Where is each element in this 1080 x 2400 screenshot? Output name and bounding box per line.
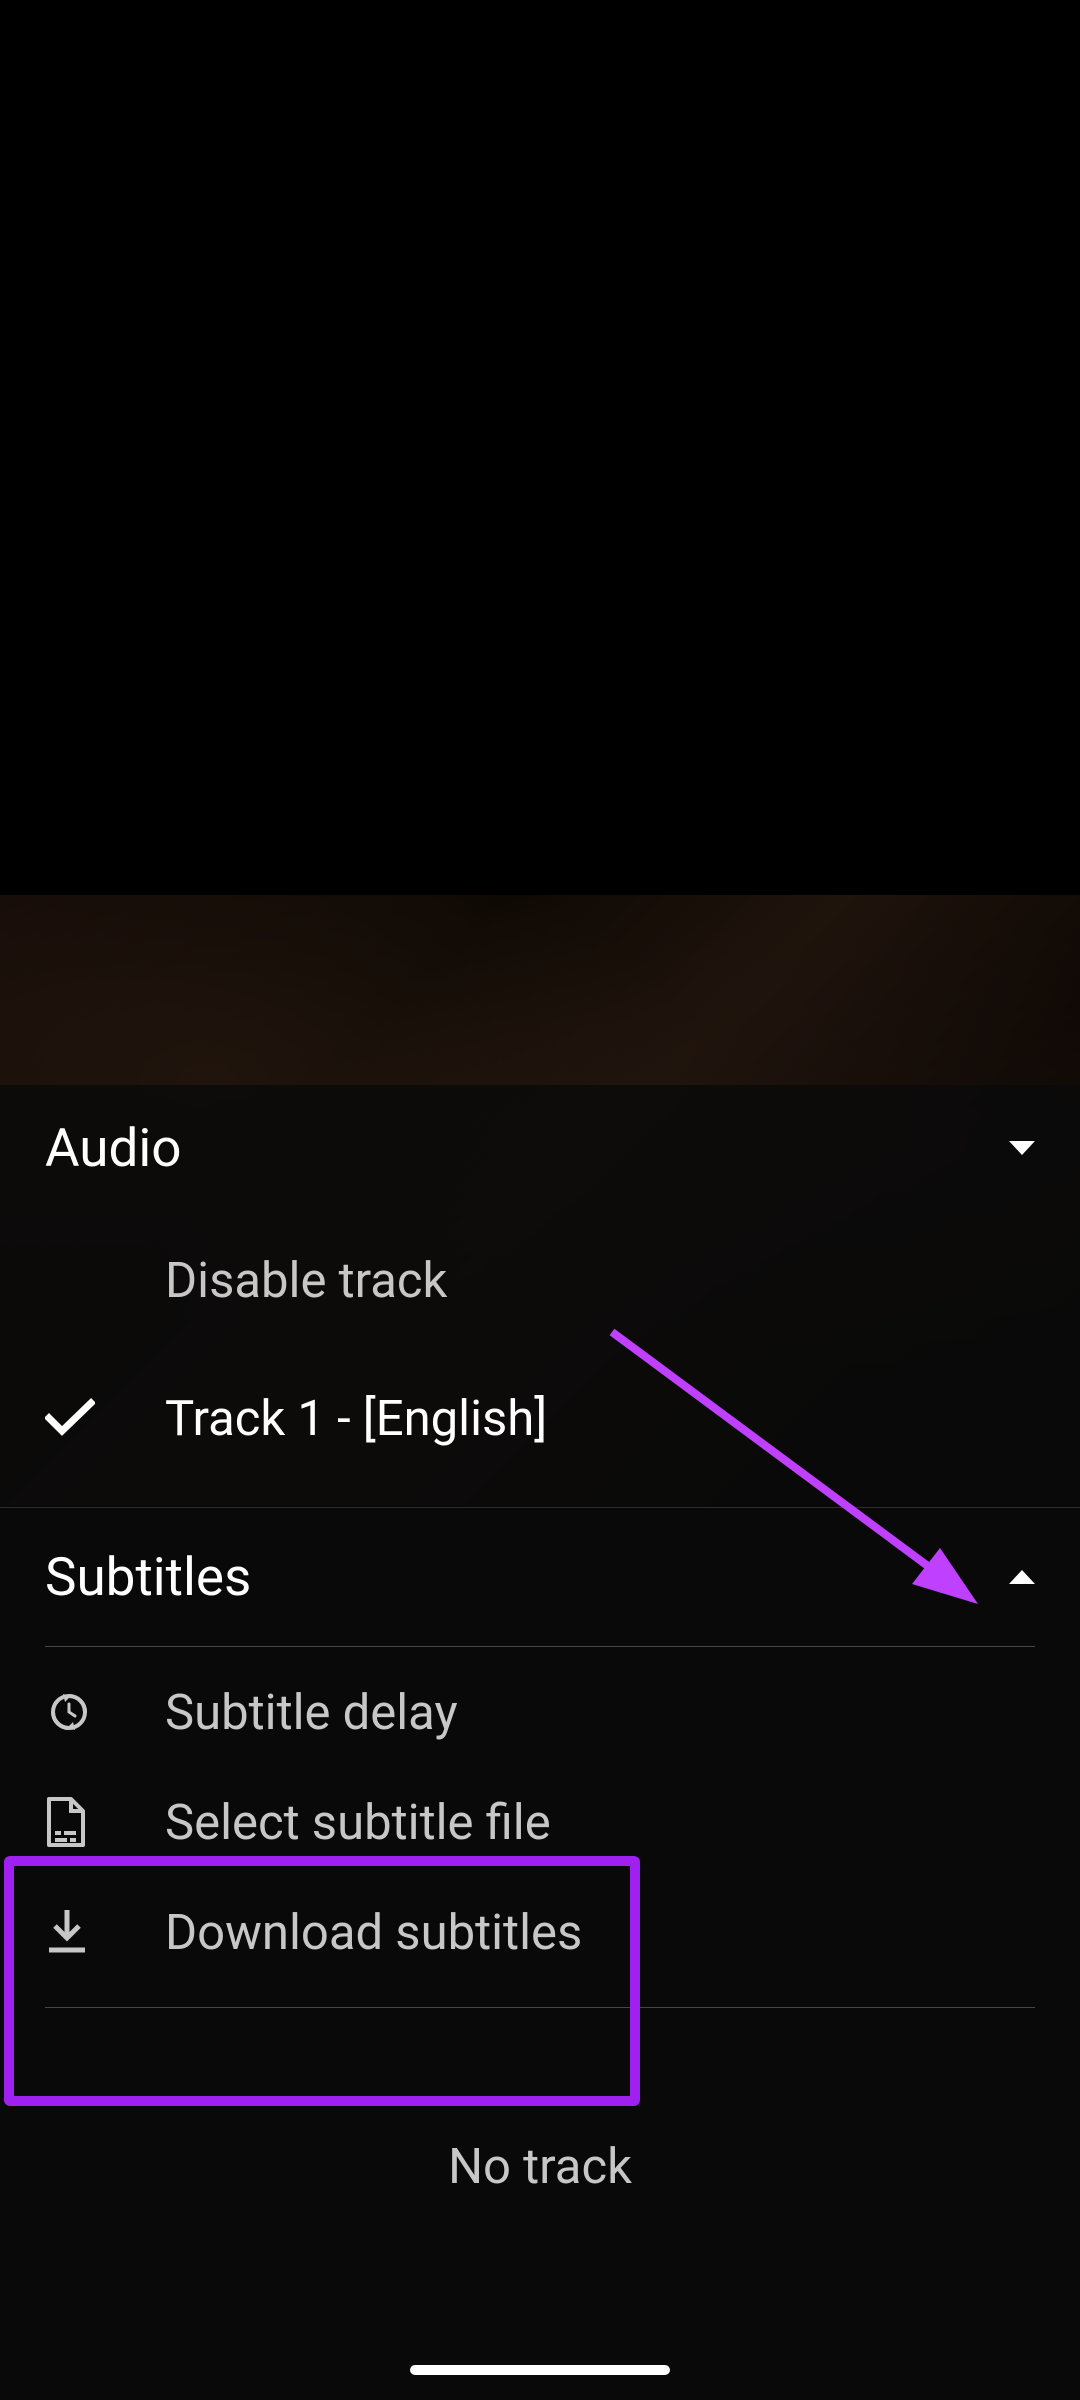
- download-subtitles-item[interactable]: Download subtitles: [0, 1877, 1080, 1987]
- download-icon: [45, 1908, 165, 1956]
- audio-track-1-label: Track 1 - [English]: [165, 1390, 547, 1447]
- subtitles-section-title: Subtitles: [45, 1546, 251, 1608]
- subtitles-section-header[interactable]: Subtitles: [0, 1508, 1080, 1646]
- file-icon: [45, 1797, 165, 1847]
- chevron-up-icon: [1009, 1570, 1035, 1584]
- check-icon: [45, 1398, 165, 1438]
- home-indicator[interactable]: [410, 2365, 670, 2375]
- chevron-down-icon: [1009, 1141, 1035, 1155]
- audio-disable-track[interactable]: Disable track: [0, 1211, 1080, 1349]
- divider: [45, 1646, 1035, 1647]
- audio-section-header[interactable]: Audio: [0, 1085, 1080, 1211]
- audio-section-title: Audio: [45, 1117, 182, 1179]
- select-subtitle-file-item[interactable]: Select subtitle file: [0, 1767, 1080, 1877]
- subtitle-delay-label: Subtitle delay: [165, 1684, 458, 1741]
- select-subtitle-file-label: Select subtitle file: [165, 1794, 551, 1851]
- download-subtitles-label: Download subtitles: [165, 1904, 582, 1961]
- audio-disable-label: Disable track: [165, 1252, 447, 1309]
- audio-track-1[interactable]: Track 1 - [English]: [0, 1349, 1080, 1487]
- sync-icon: [45, 1688, 165, 1736]
- no-track-label: No track: [0, 2008, 1080, 2195]
- subtitle-delay-item[interactable]: Subtitle delay: [0, 1657, 1080, 1767]
- tracks-sheet: Audio Disable track Track 1 - [English] …: [0, 1085, 1080, 2400]
